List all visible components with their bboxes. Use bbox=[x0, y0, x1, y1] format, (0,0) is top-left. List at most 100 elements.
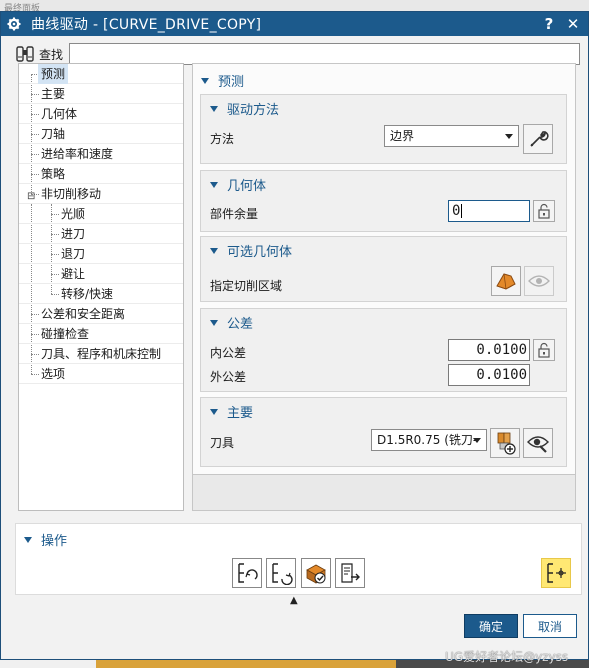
tree-item-label: 主要 bbox=[41, 87, 66, 101]
tree-item[interactable]: 进给率和速度 bbox=[19, 144, 183, 164]
cancel-button[interactable]: 取消 bbox=[523, 614, 577, 638]
collapse-toggle-button[interactable]: ▲ bbox=[290, 595, 298, 606]
tree-item-label: 几何体 bbox=[41, 107, 78, 121]
background-model-strip bbox=[96, 660, 396, 668]
collapse-triangle-icon bbox=[210, 181, 218, 188]
close-button[interactable]: ✕ bbox=[564, 15, 582, 33]
method-label: 方法 bbox=[210, 132, 235, 146]
replay-toolpath-icon bbox=[272, 563, 293, 585]
tree-item-label: 选项 bbox=[41, 367, 66, 381]
tree-item-label: 退刀 bbox=[61, 247, 86, 261]
tree-item[interactable]: 主要 bbox=[19, 84, 183, 104]
tree-item-label: 碰撞检查 bbox=[41, 327, 90, 341]
collapse-triangle-icon bbox=[210, 247, 218, 254]
method-select[interactable]: 边界 bbox=[384, 125, 519, 147]
tolerance-heading[interactable]: 公差 bbox=[210, 313, 253, 332]
tree-item[interactable]: ⊟ 非切削移动 bbox=[19, 184, 183, 204]
tree-item-label: 避让 bbox=[61, 267, 86, 281]
drive-method-group: 驱动方法 方法 边界 bbox=[200, 94, 567, 164]
tolerance-group: 公差 内公差 0.0100 外公差 0.0100 bbox=[200, 308, 567, 392]
collapse-triangle-icon bbox=[210, 105, 218, 112]
help-button[interactable]: ? bbox=[540, 15, 558, 33]
chevron-down-icon bbox=[473, 438, 481, 443]
verify-button[interactable] bbox=[301, 558, 331, 588]
tree-item[interactable]: 选项 bbox=[19, 364, 183, 384]
part-stock-lock-button[interactable] bbox=[533, 200, 555, 222]
edit-tool-button[interactable] bbox=[523, 428, 553, 458]
tree-item[interactable]: 转移/快速 bbox=[19, 284, 183, 304]
edit-tool-icon bbox=[527, 436, 549, 453]
settings-panel-content: 预测 驱动方法 方法 边界 几何体 部件余量 0 可选几何体 指定切削区域 公差… bbox=[192, 63, 576, 475]
geometry-heading[interactable]: 几何体 bbox=[210, 175, 266, 194]
intol-label: 内公差 bbox=[210, 346, 247, 360]
eye-icon bbox=[528, 275, 550, 287]
search-label: 查找 bbox=[39, 47, 64, 62]
part-stock-input[interactable]: 0 bbox=[448, 200, 530, 222]
tree-item[interactable]: 碰撞检查 bbox=[19, 324, 183, 344]
collapse-triangle-icon bbox=[210, 319, 218, 326]
outtol-label: 外公差 bbox=[210, 370, 247, 384]
tree-item[interactable]: 光顺 bbox=[19, 204, 183, 224]
tree-item-label: 策略 bbox=[41, 167, 66, 181]
drive-method-heading[interactable]: 驱动方法 bbox=[210, 99, 279, 118]
intol-input[interactable]: 0.0100 bbox=[448, 339, 530, 361]
collapse-triangle-icon bbox=[210, 408, 218, 415]
lock-open-icon bbox=[538, 203, 550, 219]
forum-watermark: UG爱好者论坛@yzyss bbox=[445, 650, 569, 664]
operations-section: 操作 bbox=[15, 523, 582, 595]
replay-button[interactable] bbox=[266, 558, 296, 588]
display-toolpath-icon bbox=[547, 563, 566, 583]
display-toolpath-button[interactable] bbox=[541, 558, 571, 588]
ok-button[interactable]: 确定 bbox=[464, 614, 518, 638]
operations-heading[interactable]: 操作 bbox=[24, 530, 67, 549]
tolerance-lock-button[interactable] bbox=[533, 339, 555, 361]
binoculars-icon bbox=[15, 44, 37, 64]
lock-open-icon bbox=[538, 342, 550, 358]
tree-item-label: 刀具、程序和机床控制 bbox=[41, 347, 162, 361]
tree-item-label: 转移/快速 bbox=[61, 287, 114, 301]
optional-geometry-group: 可选几何体 指定切削区域 bbox=[200, 236, 567, 302]
text-caret bbox=[461, 204, 463, 218]
new-tool-button[interactable] bbox=[490, 428, 520, 458]
generate-toolpath-icon bbox=[238, 563, 258, 583]
tree-item[interactable]: 几何体 bbox=[19, 104, 183, 124]
optional-geometry-heading[interactable]: 可选几何体 bbox=[210, 241, 292, 260]
wrench-icon bbox=[530, 131, 549, 147]
list-button[interactable] bbox=[335, 558, 365, 588]
dialog-body: 预测 主要 几何体 刀轴 进给率和速度 策略 ⊟ 非切削移动 光顺 进刀 退刀 避让 转移/快速 公差和安… bbox=[18, 63, 582, 511]
tree-item-label: 光顺 bbox=[61, 207, 86, 221]
outtol-input[interactable]: 0.0100 bbox=[448, 364, 530, 386]
part-stock-label: 部件余量 bbox=[210, 207, 259, 221]
collapse-triangle-icon bbox=[24, 536, 32, 543]
show-cut-area-button[interactable] bbox=[524, 266, 554, 296]
tree-item[interactable]: 退刀 bbox=[19, 244, 183, 264]
chevron-down-icon bbox=[505, 134, 513, 139]
cut-area-label: 指定切削区域 bbox=[210, 279, 283, 293]
list-output-icon bbox=[341, 563, 360, 583]
tool-select[interactable]: D1.5R0.75 (铣刀- bbox=[371, 429, 487, 451]
tree-item-label: 非切削移动 bbox=[41, 187, 102, 201]
panel-empty-area bbox=[192, 475, 576, 511]
tree-item[interactable]: 策略 bbox=[19, 164, 183, 184]
settings-panel: 预测 驱动方法 方法 边界 几何体 部件余量 0 可选几何体 指定切削区域 公差… bbox=[192, 63, 582, 511]
main-heading[interactable]: 主要 bbox=[210, 402, 253, 421]
tree-item[interactable]: 预测 bbox=[19, 64, 183, 84]
search-input[interactable] bbox=[69, 43, 580, 65]
tree-item-label: 刀轴 bbox=[41, 127, 66, 141]
tool-label: 刀具 bbox=[210, 436, 235, 450]
panel-heading[interactable]: 预测 bbox=[201, 71, 244, 90]
tree-item[interactable]: 公差和安全距离 bbox=[19, 304, 183, 324]
tree-item[interactable]: 避让 bbox=[19, 264, 183, 284]
select-cut-area-button[interactable] bbox=[491, 266, 521, 296]
edit-drive-method-button[interactable] bbox=[523, 124, 553, 154]
dialog-title: 曲线驱动 - [CURVE_DRIVE_COPY] bbox=[31, 17, 262, 33]
tree-item[interactable]: 刀轴 bbox=[19, 124, 183, 144]
tree-item[interactable]: 刀具、程序和机床控制 bbox=[19, 344, 183, 364]
tree-item-label: 进给率和速度 bbox=[41, 147, 114, 161]
verify-icon bbox=[306, 564, 326, 584]
generate-button[interactable] bbox=[232, 558, 262, 588]
cut-area-icon bbox=[496, 273, 516, 290]
title-bar[interactable]: 曲线驱动 - [CURVE_DRIVE_COPY] ? ✕ bbox=[1, 12, 588, 36]
tree-item-label: 公差和安全距离 bbox=[41, 307, 126, 321]
tree-item[interactable]: 进刀 bbox=[19, 224, 183, 244]
